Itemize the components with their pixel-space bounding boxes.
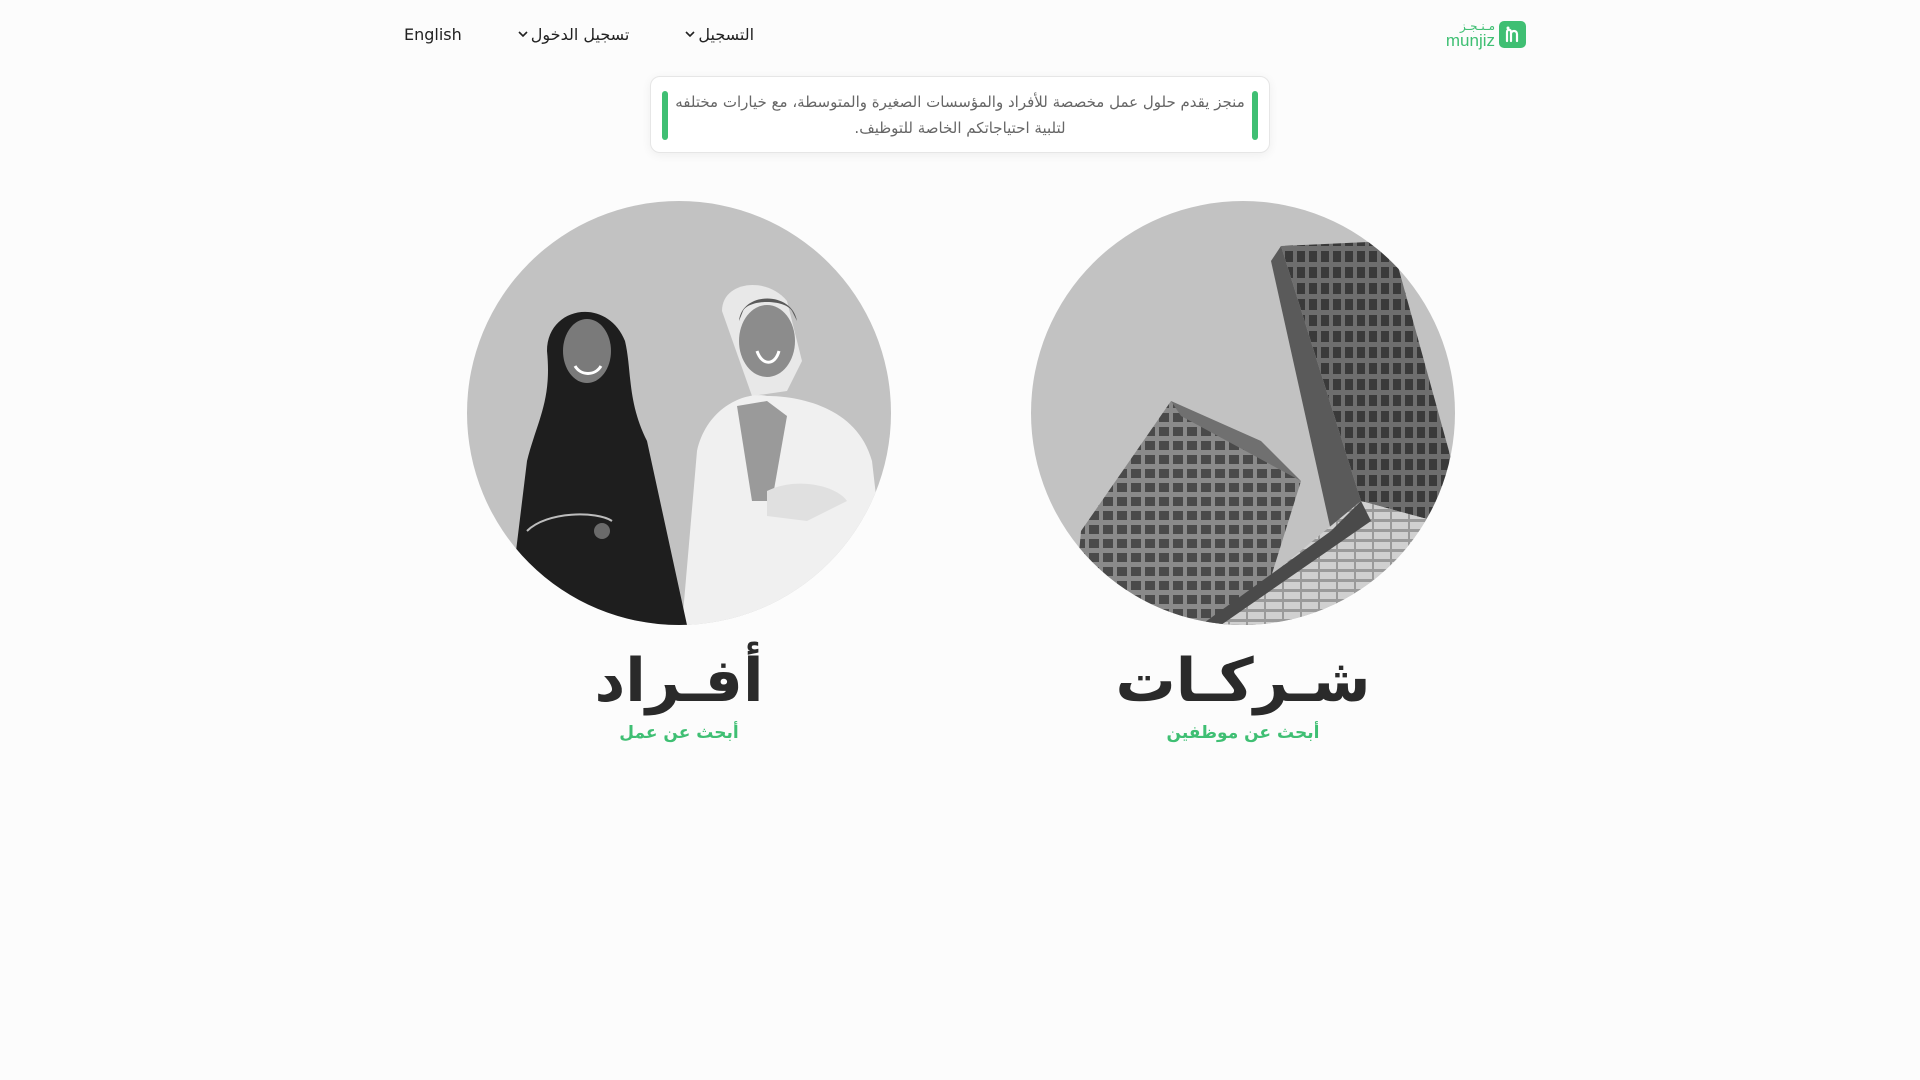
companies-card[interactable]: شـركـات أبحث عن موظفين bbox=[1031, 201, 1455, 743]
companies-title: شـركـات bbox=[1115, 646, 1371, 716]
logo-wordmark: مـنـجـز munjiz bbox=[1446, 20, 1495, 49]
login-dropdown[interactable]: تسجيل الدخول bbox=[517, 24, 630, 44]
register-dropdown[interactable]: التسجيل bbox=[684, 25, 754, 44]
notice-accent-bar bbox=[662, 91, 668, 140]
munjiz-logo[interactable]: مـنـجـز munjiz bbox=[1446, 20, 1526, 49]
login-label: تسجيل الدخول bbox=[530, 24, 630, 44]
intro-notice: منجز يقدم حلول عمل مخصصة للأفراد والمؤسس… bbox=[650, 76, 1270, 153]
individuals-card[interactable]: أفـراد أبحث عن عمل bbox=[467, 201, 891, 743]
language-switch-link[interactable]: English bbox=[404, 25, 462, 44]
notice-accent-bar bbox=[1252, 91, 1258, 140]
register-label: التسجيل bbox=[698, 24, 755, 44]
munjiz-m-icon bbox=[1499, 20, 1526, 48]
woman-figure bbox=[507, 311, 687, 625]
logo-latin-text: munjiz bbox=[1445, 30, 1495, 50]
logo-arabic-text: مـنـجـز bbox=[1460, 18, 1495, 33]
individuals-people-image bbox=[467, 201, 891, 625]
companies-subtitle-link[interactable]: أبحث عن موظفين bbox=[1031, 723, 1455, 743]
companies-building-image bbox=[1031, 201, 1455, 625]
individuals-title: أفـراد bbox=[594, 646, 764, 716]
individuals-subtitle-link[interactable]: أبحث عن عمل bbox=[467, 723, 891, 743]
page: English تسجيل الدخول التسجيل مـنـجـز mun… bbox=[0, 0, 1920, 1080]
notice-text: منجز يقدم حلول عمل مخصصة للأفراد والمؤسس… bbox=[675, 92, 1245, 137]
man-figure bbox=[682, 284, 891, 625]
chevron-down-icon bbox=[517, 28, 529, 40]
top-header: English تسجيل الدخول التسجيل مـنـجـز mun… bbox=[404, 14, 1526, 54]
header-nav: English تسجيل الدخول التسجيل bbox=[404, 25, 754, 44]
chevron-down-icon bbox=[684, 28, 696, 40]
